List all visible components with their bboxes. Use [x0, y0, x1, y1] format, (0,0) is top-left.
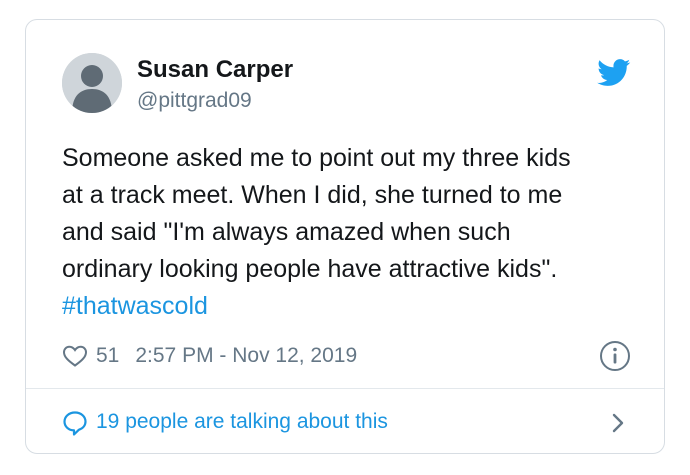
chevron-right-icon	[612, 413, 624, 433]
heart-icon[interactable]	[62, 344, 88, 368]
author-handle[interactable]: @pittgrad09	[137, 88, 252, 114]
talking-label: 19 people are talking about this	[96, 410, 388, 433]
speech-bubble-icon	[63, 411, 87, 436]
tweet-meta: 51 2:57 PM - Nov 12, 2019	[62, 342, 357, 370]
tweet-text-line: at a track meet. When I did, she turned …	[62, 181, 563, 209]
conversation-link[interactable]: 19 people are talking about this	[26, 389, 664, 453]
twitter-bird-icon[interactable]	[597, 59, 631, 87]
info-icon[interactable]	[599, 340, 631, 372]
avatar[interactable]	[62, 53, 122, 113]
tweet-text-line: and said "I'm always amazed when such	[62, 218, 511, 246]
tweet-text: Someone asked me to point out my three k…	[62, 140, 642, 325]
tweet-card: Susan Carper @pittgrad09 Someone asked m…	[25, 19, 665, 454]
tweet-text-line: Someone asked me to point out my three k…	[62, 144, 571, 172]
avatar-placeholder-icon	[62, 53, 122, 113]
hashtag-link[interactable]: #thatwascold	[62, 288, 642, 325]
author-name[interactable]: Susan Carper	[137, 56, 293, 84]
timestamp[interactable]: 2:57 PM - Nov 12, 2019	[135, 344, 357, 368]
like-count[interactable]: 51	[96, 344, 119, 368]
tweet-text-line: ordinary looking people have attractive …	[62, 255, 558, 283]
